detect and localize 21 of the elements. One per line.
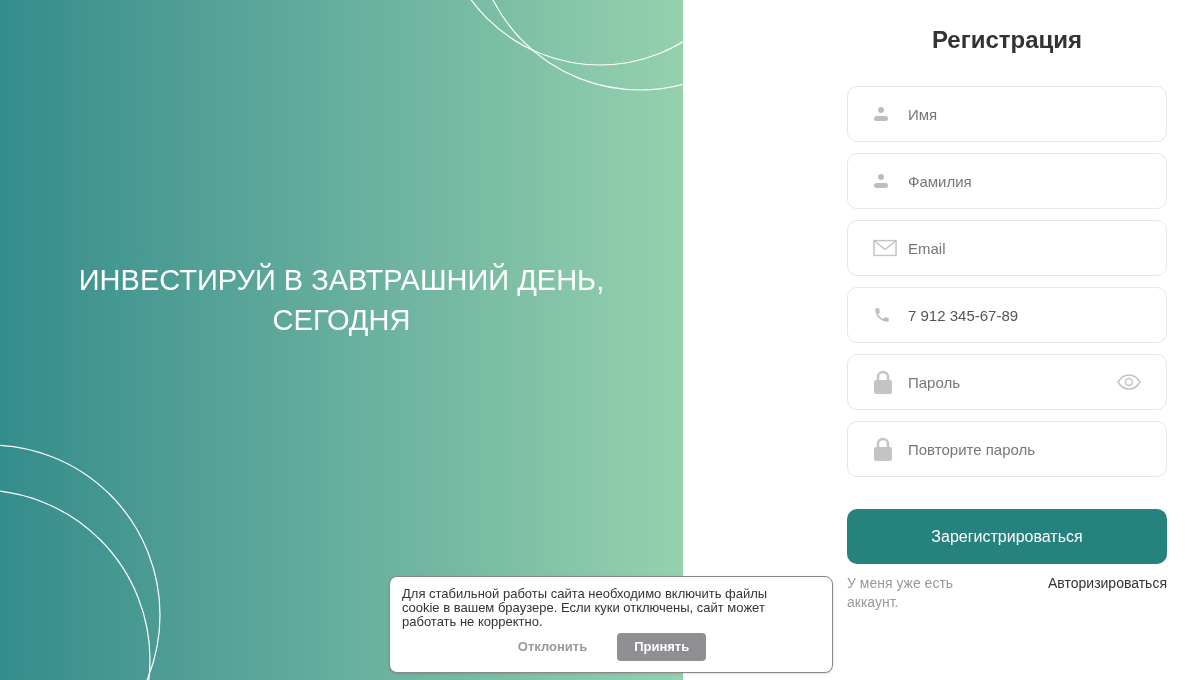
headline: ИНВЕСТИРУЙ В ЗАВТРАШНИЙ ДЕНЬ, СЕГОДНЯ	[77, 262, 606, 338]
name-field[interactable]: Фамилия	[847, 153, 1167, 209]
register-button[interactable]: Зарегистрироваться	[847, 509, 1167, 564]
password-field[interactable]: Повторите пароль	[847, 421, 1167, 477]
cookie-message: Для стабильной работы сайта необходимо включить файлы cookie в вашем браузере. Если куки отключены, сайт может работать не корректно.	[402, 587, 769, 629]
password-field[interactable]: Пароль	[847, 354, 1167, 410]
decline-button[interactable]: Отклонить	[515, 633, 590, 661]
padlock-icon	[873, 370, 893, 394]
eye-icon[interactable]	[1117, 374, 1141, 390]
form-title: Регистрация	[930, 25, 1084, 55]
login-link[interactable]: Авторизироваться	[1048, 574, 1167, 612]
email-field[interactable]: Email	[847, 220, 1167, 276]
phone-field[interactable]: 7 912 345-67-89	[847, 287, 1167, 343]
name-field[interactable]: Имя	[847, 86, 1167, 142]
account-prompt: У меня уже есть аккаунт.	[847, 574, 955, 612]
phone-icon	[873, 306, 891, 324]
person-icon	[873, 173, 889, 189]
padlock-icon	[873, 437, 893, 461]
accept-button[interactable]: Принять	[617, 633, 707, 661]
person-icon	[873, 106, 889, 122]
envelope-icon	[873, 239, 897, 257]
